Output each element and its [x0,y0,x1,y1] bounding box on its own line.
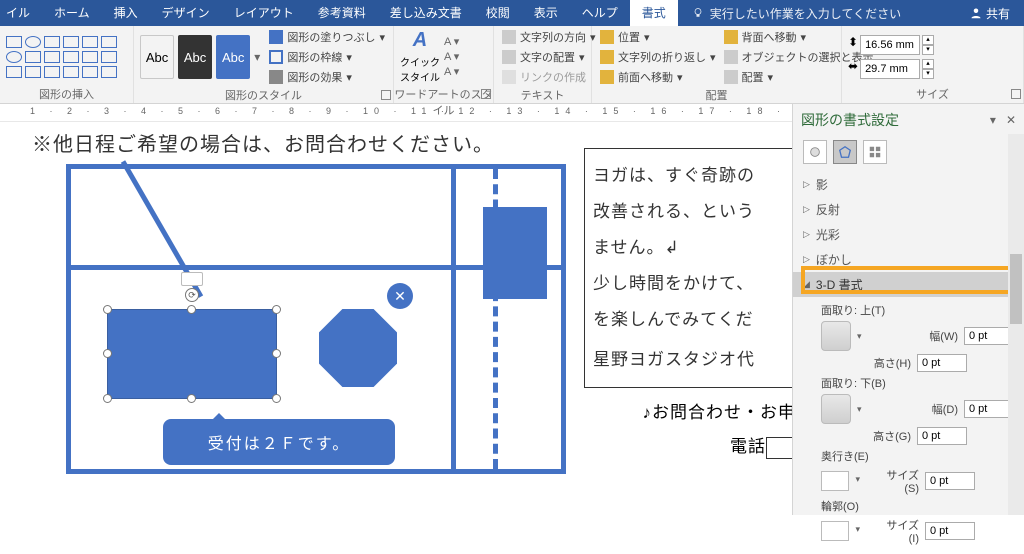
bevel-top-width-input[interactable] [964,327,1014,345]
building-shape[interactable] [483,207,547,299]
align-text-button[interactable]: 文字の配置 ▾ [500,48,598,66]
tab-home[interactable]: ホーム [42,0,102,26]
layout-options-icon[interactable] [181,272,203,286]
section-soft-edges[interactable]: ▷ぼかし [793,247,1024,272]
shape-style-1[interactable]: Abc [140,35,174,79]
tab-design[interactable]: デザイン [150,0,222,26]
tab-references[interactable]: 参考資料 [306,0,378,26]
tab-insert[interactable]: 挿入 [102,0,150,26]
dialog-launcher-icon[interactable] [381,90,391,100]
shape-style-2[interactable]: Abc [178,35,212,79]
share-button[interactable]: 共有 [956,5,1024,22]
tab-help[interactable]: ヘルプ [570,0,630,26]
section-glow[interactable]: ▷光彩 [793,222,1024,247]
rotate-handle[interactable]: ⟳ [185,288,199,302]
group-size: サイズ [842,87,1023,103]
tab-view[interactable]: 表示 [522,0,570,26]
group-wordart-styles: ワードアートのスタイル [394,87,493,103]
create-link-button: リンクの作成 [500,68,598,86]
section-shadow[interactable]: ▷影 [793,172,1024,197]
depth-size-input[interactable] [925,472,975,490]
fill-line-tab-icon[interactable] [803,140,827,164]
phone-box [766,437,792,459]
section-reflection[interactable]: ▷反射 [793,197,1024,222]
shapes-gallery[interactable] [6,36,117,78]
effects-tab-icon[interactable] [833,140,857,164]
text-effects-button[interactable]: A ▾ [444,65,459,78]
resize-handle[interactable] [272,394,281,403]
tell-me[interactable]: 実行したい作業を入力してください [678,5,915,22]
shape-fill-button[interactable]: 図形の塗りつぶし ▾ [267,28,387,46]
shape-style-3[interactable]: Abc [216,35,250,79]
person-icon [970,7,982,19]
dialog-launcher-icon[interactable] [1011,89,1021,99]
bevel-bottom-preset[interactable] [821,394,851,424]
text-outline-button[interactable]: A ▾ [444,50,459,63]
map-container[interactable]: ✕ ⟳ 受付は２Ｆです。 [66,164,566,474]
tab-file[interactable]: イル [0,0,42,26]
layout-tab-icon[interactable] [863,140,887,164]
text-direction-button[interactable]: 文字列の方向 ▾ [500,28,598,46]
octagon-shape[interactable] [319,309,397,387]
group-arrange: 配置 [592,88,841,104]
section-3d-format[interactable]: ◢3-D 書式 [793,272,1024,297]
resize-handle[interactable] [187,305,196,314]
width-icon: ⬌ [848,59,858,79]
resize-handle[interactable] [272,305,281,314]
bevel-top-height-input[interactable] [917,354,967,372]
shape-width-input[interactable]: 29.7 mm [860,59,920,79]
inquiry-text: ♪お問合わせ・お申 電話 [596,396,792,464]
bring-forward-button[interactable]: 前面へ移動 ▾ [598,68,718,86]
road-vertical-solid [451,169,456,469]
wrap-text-button[interactable]: 文字列の折り返し ▾ [598,48,718,66]
shape-effects-button[interactable]: 図形の効果 ▾ [267,68,387,86]
format-shape-pane: 図形の書式設定 ▾✕ ▷影 ▷反射 ▷光彩 ▷ぼかし ◢3-D 書式 面取り: … [792,104,1024,515]
document-area: ※他日程ご希望の場合は、お問合わせください。 ✕ ⟳ 受付は２Ｆです。 [0,122,792,515]
tab-review[interactable]: 校閲 [474,0,522,26]
contour-color[interactable] [821,521,849,541]
resize-handle[interactable] [272,349,281,358]
pane-scrollbar[interactable] [1008,134,1024,515]
text-box[interactable]: ヨガは、すぐ奇跡の 改善される、という ません。↲ 少し時間をかけて、 を楽しん… [584,148,792,388]
tab-format[interactable]: 書式 [630,0,678,26]
text-fill-button[interactable]: A ▾ [444,35,459,48]
shape-outline-button[interactable]: 図形の枠線 ▾ [267,48,387,66]
resize-handle[interactable] [187,394,196,403]
group-insert-shapes: 図形の挿入 [0,87,133,103]
shape-height-input[interactable]: 16.56 mm [860,35,920,55]
group-text: テキスト [494,88,591,104]
tab-layout[interactable]: レイアウト [222,0,306,26]
bevel-bottom-height-input[interactable] [917,427,967,445]
wordart-icon[interactable]: A [413,29,427,52]
pane-close-icon[interactable]: ✕ [1006,113,1016,127]
ribbon: 図形の挿入 Abc Abc Abc ▾ 図形の塗りつぶし ▾ 図形の枠線 ▾ 図… [0,26,1024,104]
crossing-icon[interactable]: ✕ [387,283,413,309]
bevel-bottom-width-input[interactable] [964,400,1014,418]
pane-title: 図形の書式設定 [801,110,899,130]
resize-handle[interactable] [103,394,112,403]
dialog-launcher-icon[interactable] [481,89,491,99]
contour-size-input[interactable] [925,522,975,540]
depth-color[interactable] [821,471,849,491]
callout-shape[interactable]: 受付は２Ｆです。 [163,419,395,465]
bevel-top-preset[interactable] [821,321,851,351]
height-icon: ⬍ [848,35,858,55]
lightbulb-icon [692,7,704,19]
tab-mailings[interactable]: 差し込み文書 [378,0,474,26]
resize-handle[interactable] [103,305,112,314]
group-shape-styles: 図形のスタイル [134,88,393,104]
ribbon-tabs: イル ホーム 挿入 デザイン レイアウト 参考資料 差し込み文書 校閲 表示 ヘ… [0,0,1024,26]
resize-handle[interactable] [103,349,112,358]
position-button[interactable]: 位置 ▾ [598,28,718,46]
pane-menu-icon[interactable]: ▾ [990,113,996,127]
selected-shape[interactable]: ⟳ [107,309,277,399]
